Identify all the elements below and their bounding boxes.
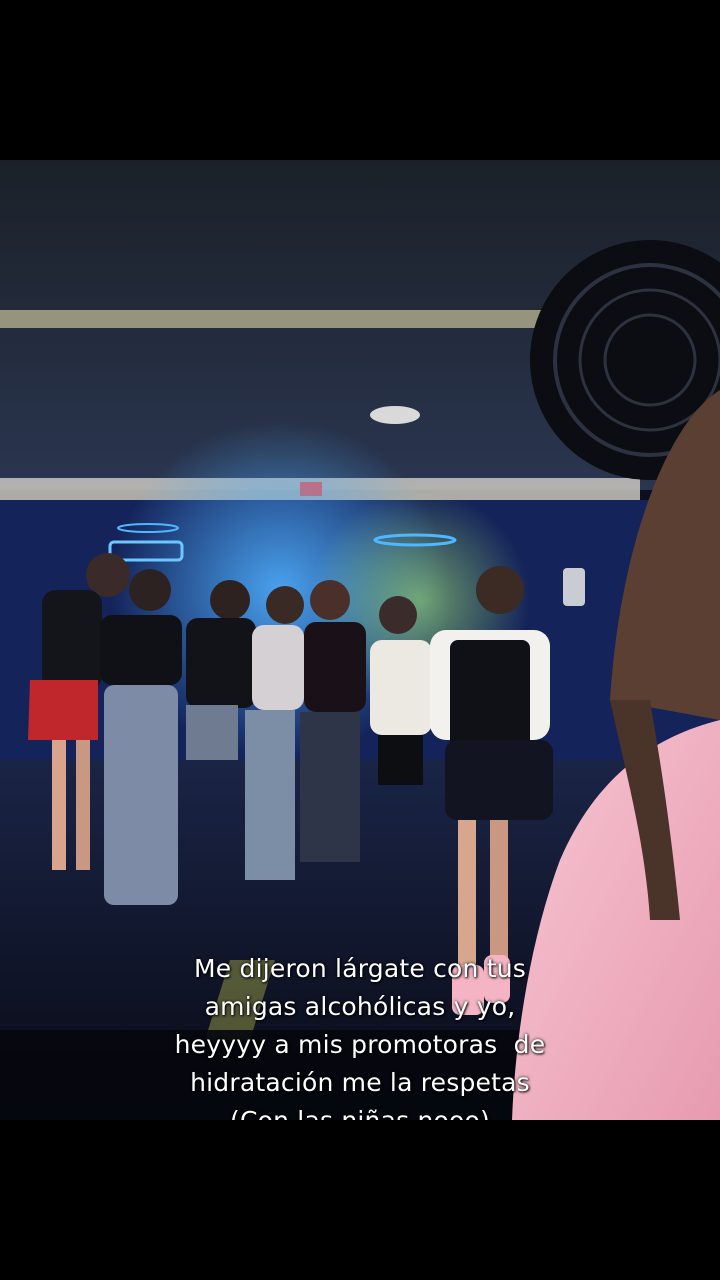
caption-line-5: (Con las niñas nooo) [0, 1102, 720, 1120]
ceiling-beam [0, 310, 600, 328]
caption-line-3: heyyyy a mis promotoras de [174, 1030, 546, 1059]
meme-caption: Me dijeron lárgate con tus amigas alcohó… [0, 950, 720, 1120]
caption-line-2: amigas alcohólicas y yo, [204, 992, 516, 1021]
party-photo: Me dijeron lárgate con tus amigas alcohó… [0, 160, 720, 1120]
top-letterbox [0, 0, 720, 160]
caption-line-1: Me dijeron lárgate con tus [194, 954, 526, 983]
caption-line-4: hidratación me la respetas [190, 1068, 530, 1097]
bottom-letterbox [0, 1120, 720, 1280]
phone-icon [563, 568, 585, 606]
red-skirt [28, 680, 98, 740]
smoke-detector-icon [370, 406, 420, 424]
